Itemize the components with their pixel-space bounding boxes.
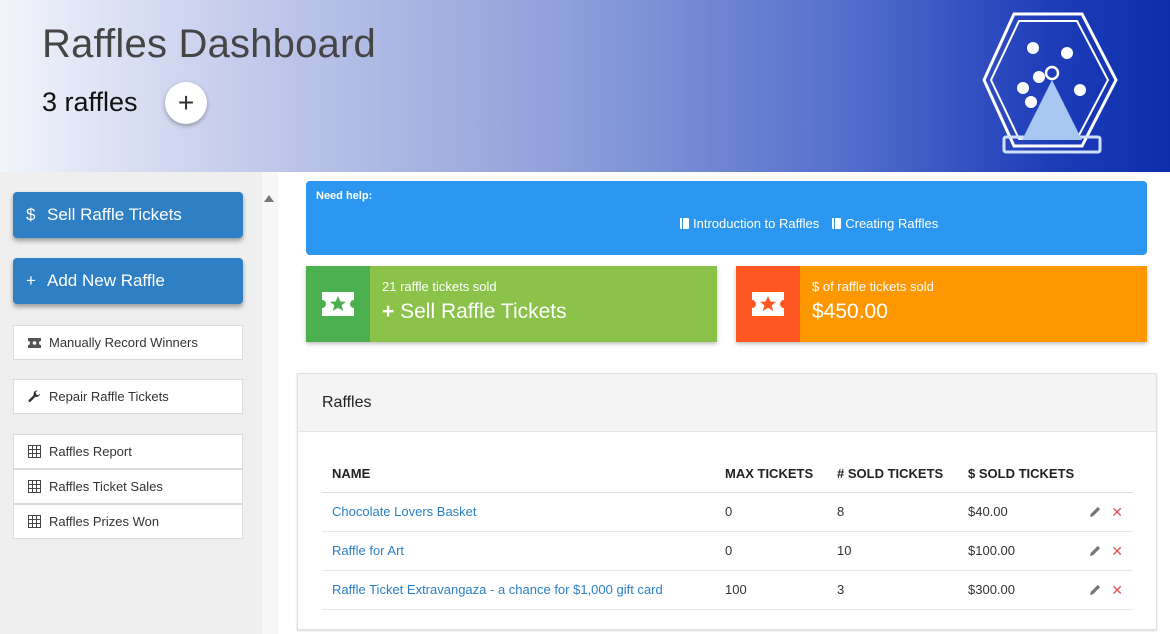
- sidebar-item-raffles-ticket-sales[interactable]: Raffles Ticket Sales: [13, 469, 243, 504]
- help-link-label: Introduction to Raffles: [693, 216, 820, 231]
- sold-amount-cell: $300.00: [958, 570, 1076, 610]
- edit-pencil-icon[interactable]: [1090, 506, 1101, 517]
- sell-raffle-tickets-button[interactable]: $ Sell Raffle Tickets: [13, 192, 243, 238]
- sidebar-item-label: Raffles Prizes Won: [49, 514, 160, 529]
- column-header-sold-tickets[interactable]: # SOLD TICKETS: [827, 456, 958, 493]
- column-header-actions: [1076, 456, 1133, 493]
- tickets-sold-label: 21 raffle tickets sold: [382, 279, 497, 294]
- add-new-raffle-label: Add New Raffle: [47, 271, 165, 290]
- grid-icon: [28, 445, 49, 458]
- column-header-max-tickets[interactable]: MAX TICKETS: [715, 456, 827, 493]
- max-tickets-cell: 100: [715, 570, 827, 610]
- table-header-row: NAME MAX TICKETS # SOLD TICKETS $ SOLD T…: [322, 456, 1133, 493]
- sidebar-item-manually-record-winners[interactable]: Manually Record Winners: [13, 325, 243, 360]
- raffles-panel-title: Raffles: [298, 374, 1156, 432]
- raffles-table: NAME MAX TICKETS # SOLD TICKETS $ SOLD T…: [322, 456, 1133, 610]
- plus-icon: +: [382, 300, 395, 323]
- plus-icon: +: [26, 271, 36, 290]
- table-row: Chocolate Lovers Basket 0 8 $40.00 ✕: [322, 492, 1133, 532]
- sell-tickets-label: Sell Raffle Tickets: [400, 300, 567, 323]
- sidebar-item-repair-raffle-tickets[interactable]: Repair Raffle Tickets: [13, 379, 243, 414]
- scroll-up-arrow-icon[interactable]: [264, 195, 274, 202]
- dollar-icon: $: [26, 205, 36, 224]
- table-row: Raffle Ticket Extravangaza - a chance fo…: [322, 570, 1133, 610]
- raffle-name-link[interactable]: Chocolate Lovers Basket: [322, 492, 715, 532]
- sidebar-item-raffles-prizes-won[interactable]: Raffles Prizes Won: [13, 504, 243, 539]
- delete-icon[interactable]: ✕: [1111, 544, 1123, 558]
- add-raffle-button[interactable]: +: [165, 82, 207, 124]
- sold-tickets-cell: 10: [827, 531, 958, 571]
- raffle-drum-logo-icon: [982, 12, 1118, 154]
- grid-icon: [28, 515, 49, 528]
- help-link-creating-raffles[interactable]: Creating Raffles: [832, 216, 938, 231]
- raffle-name-link[interactable]: Raffle for Art: [322, 531, 715, 571]
- money-sold-value: $450.00: [812, 300, 888, 323]
- ticket-star-icon: [306, 266, 370, 342]
- grid-icon: [28, 480, 49, 493]
- ticket-star-icon: [736, 266, 800, 342]
- sell-tickets-link[interactable]: + Sell Raffle Tickets: [382, 300, 717, 324]
- sell-raffle-tickets-label: Sell Raffle Tickets: [47, 205, 182, 224]
- column-header-name[interactable]: NAME: [322, 456, 715, 493]
- sold-amount-cell: $100.00: [958, 531, 1076, 571]
- actions-cell: ✕: [1076, 531, 1133, 571]
- help-box: Need help: Introduction to Raffles Creat…: [306, 181, 1147, 255]
- max-tickets-cell: 0: [715, 531, 827, 571]
- sidebar-item-label: Raffles Report: [49, 444, 132, 459]
- sidebar-scrollbar[interactable]: [262, 172, 278, 634]
- sidebar-item-label: Repair Raffle Tickets: [49, 389, 169, 404]
- delete-icon[interactable]: ✕: [1111, 583, 1123, 597]
- book-icon: [832, 218, 842, 229]
- sold-amount-cell: $40.00: [958, 492, 1076, 532]
- raffles-panel: Raffles NAME MAX TICKETS # SOLD TICKETS …: [297, 373, 1157, 630]
- help-link-introduction[interactable]: Introduction to Raffles: [680, 216, 819, 231]
- table-row: Raffle for Art 0 10 $100.00 ✕: [322, 531, 1133, 571]
- raffle-name-link[interactable]: Raffle Ticket Extravangaza - a chance fo…: [322, 570, 715, 610]
- sidebar-item-label: Raffles Ticket Sales: [49, 479, 163, 494]
- max-tickets-cell: 0: [715, 492, 827, 532]
- sold-tickets-cell: 3: [827, 570, 958, 610]
- ticket-icon: [28, 337, 49, 348]
- help-title: Need help:: [316, 190, 373, 202]
- page-title: Raffles Dashboard: [42, 22, 376, 66]
- actions-cell: ✕: [1076, 492, 1133, 532]
- actions-cell: ✕: [1076, 570, 1133, 610]
- tickets-sold-card[interactable]: 21 raffle tickets sold + Sell Raffle Tic…: [306, 266, 717, 342]
- book-icon: [680, 218, 689, 229]
- add-new-raffle-button[interactable]: + Add New Raffle: [13, 258, 243, 304]
- sidebar-item-raffles-report[interactable]: Raffles Report: [13, 434, 243, 469]
- money-sold-card: $ of raffle tickets sold $450.00: [736, 266, 1147, 342]
- edit-pencil-icon[interactable]: [1090, 545, 1101, 556]
- delete-icon[interactable]: ✕: [1111, 505, 1123, 519]
- edit-pencil-icon[interactable]: [1090, 584, 1101, 595]
- wrench-icon: [28, 390, 49, 403]
- raffle-count: 3 raffles: [42, 87, 138, 117]
- money-sold-label: $ of raffle tickets sold: [812, 279, 934, 294]
- page-header: Raffles Dashboard 3 raffles +: [0, 0, 1170, 172]
- sold-tickets-cell: 8: [827, 492, 958, 532]
- sidebar-item-label: Manually Record Winners: [49, 335, 198, 350]
- column-header-sold-amount[interactable]: $ SOLD TICKETS: [958, 456, 1076, 493]
- help-link-label: Creating Raffles: [845, 216, 939, 231]
